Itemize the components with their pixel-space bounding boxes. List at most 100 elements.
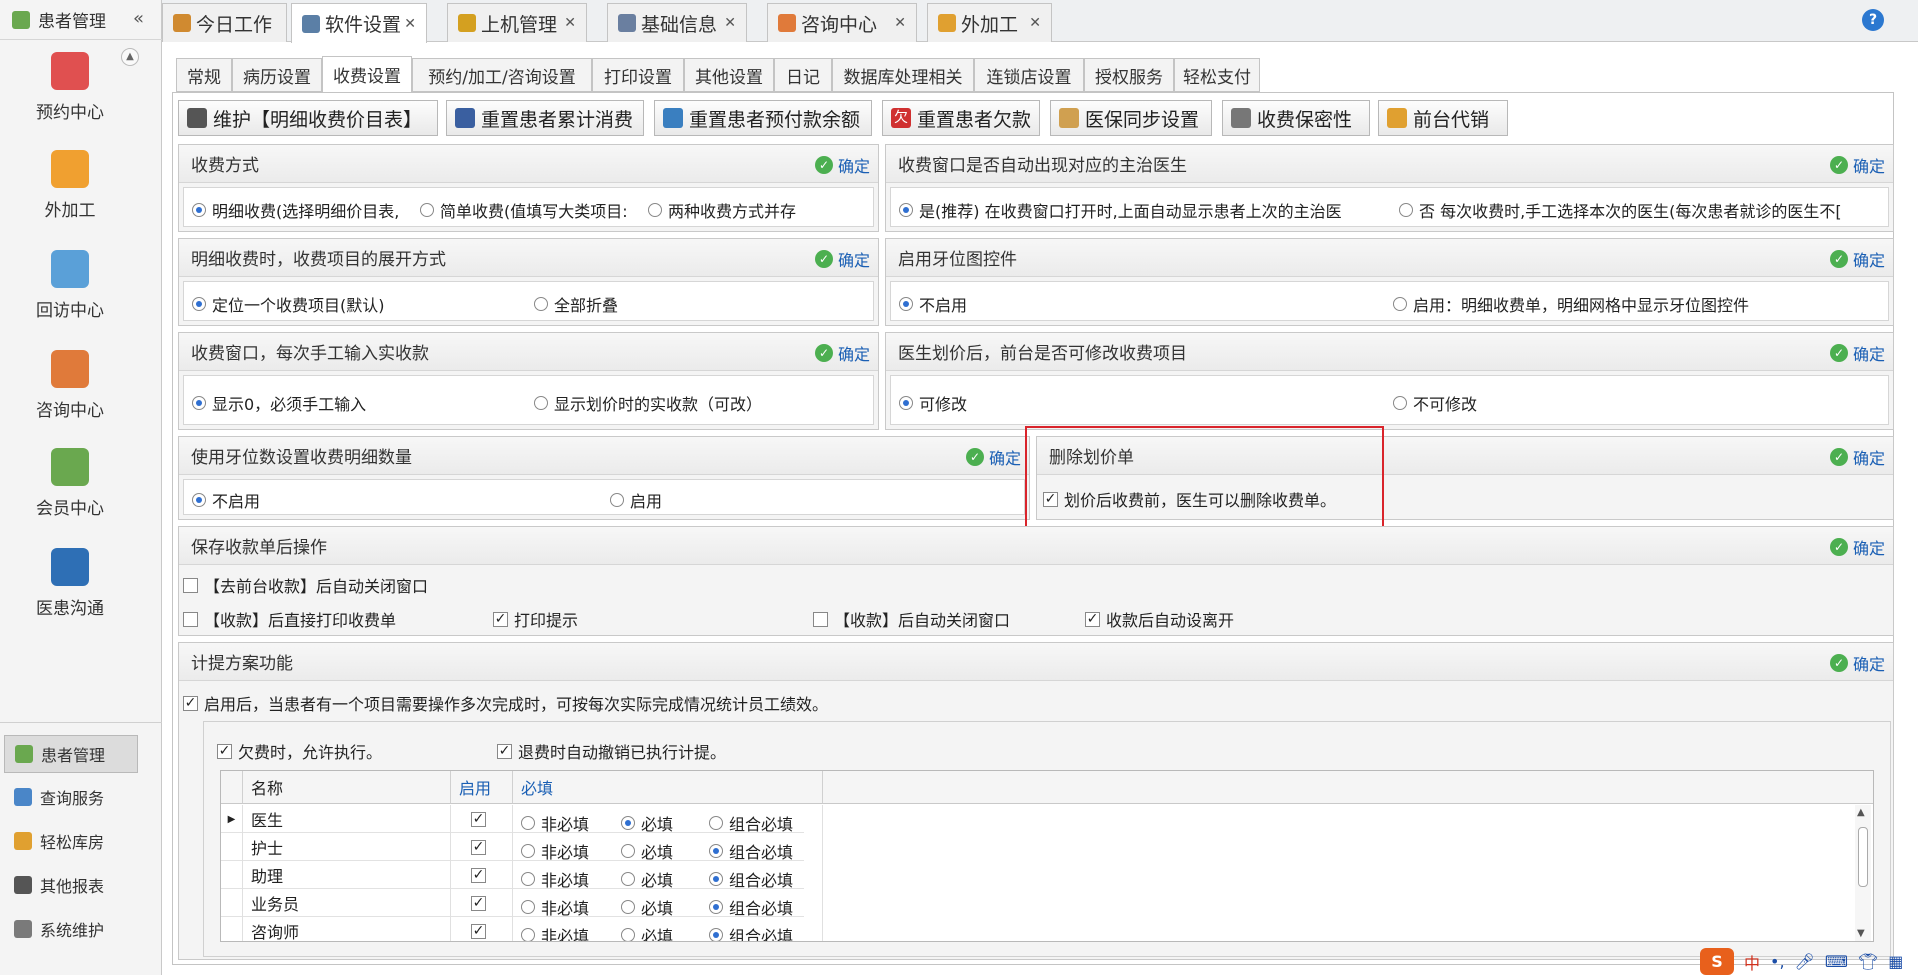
sub-tab-9[interactable]: 授权服务	[1084, 58, 1174, 92]
checkbox-commission-enable[interactable]: ✓ 启用后，当患者有一个项目需要操作多次完成时，可按每次实际完成情况统计员工绩效。	[183, 691, 828, 715]
ime-lang[interactable]: 中	[1744, 950, 1760, 974]
cell-enabled-checkbox[interactable]: ✓	[451, 805, 513, 833]
radio-required-1[interactable]: 必填	[621, 811, 673, 835]
close-icon[interactable]: ✕	[404, 16, 416, 32]
sidebar-item-1[interactable]: 外加工	[0, 150, 140, 221]
confirm-button[interactable]: ✓ 确定	[1829, 535, 1885, 559]
confirm-button[interactable]: ✓ 确定	[814, 153, 870, 177]
sub-tab-4[interactable]: 打印设置	[592, 58, 684, 92]
radio-auto-doctor-no[interactable]: 否 每次收费时,手工选择本次的医生(每次患者就诊的医生不[	[1399, 198, 1842, 222]
radio-required-1[interactable]: 必填	[621, 867, 673, 891]
radio-required-2[interactable]: 组合必填	[709, 895, 793, 919]
radio-tooth-count-enable[interactable]: 启用	[610, 488, 662, 512]
toolbar-button-2[interactable]: 重置患者预付款余额	[654, 100, 872, 136]
confirm-button[interactable]: ✓ 确定	[814, 247, 870, 271]
sidebar-item-0[interactable]: 预约中心	[0, 52, 140, 123]
sidebar-nav-0[interactable]: 患者管理	[4, 735, 138, 773]
sidebar-item-5[interactable]: 医患沟通	[0, 548, 140, 619]
checkbox-arrears-allow[interactable]: ✓ 欠费时，允许执行。	[217, 739, 382, 763]
confirm-button[interactable]: ✓ 确定	[1829, 247, 1885, 271]
sidebar-nav-4[interactable]: 系统维护	[4, 910, 138, 948]
grid-icon[interactable]: ▦	[1888, 952, 1903, 971]
confirm-button[interactable]: ✓ 确定	[1829, 445, 1885, 469]
radio-manual-show-price[interactable]: 显示划价时的实收款（可改）	[534, 391, 762, 415]
radio-tooth-disable[interactable]: 不启用	[899, 292, 967, 316]
cell-name[interactable]: 医生	[243, 805, 451, 833]
checkbox-after-close[interactable]: 【收款】后自动关闭窗口	[813, 607, 1010, 631]
radio-modify-deny[interactable]: 不可修改	[1393, 391, 1477, 415]
radio-required-0[interactable]: 非必填	[521, 839, 589, 863]
confirm-button[interactable]: ✓ 确定	[1829, 341, 1885, 365]
radio-required-2[interactable]: 组合必填	[709, 811, 793, 835]
sogou-logo-icon[interactable]: S	[1700, 948, 1734, 975]
sub-tab-1[interactable]: 病历设置	[232, 58, 322, 92]
top-tab-0[interactable]: 今日工作	[162, 3, 287, 42]
table-row[interactable]: 业务员 ✓ 非必填 必填 组合必填	[221, 889, 823, 919]
radio-required-2[interactable]: 组合必填	[709, 839, 793, 863]
header-name[interactable]: 名称	[243, 771, 451, 804]
checkbox-refund-revoke[interactable]: ✓ 退费时自动撤销已执行计提。	[497, 739, 726, 763]
radio-required-2[interactable]: 组合必填	[709, 867, 793, 891]
radio-pay-detail[interactable]: 明细收费(选择明细价目表,	[192, 198, 399, 222]
top-tab-1[interactable]: 软件设置 ✕	[291, 3, 427, 43]
checkbox-after-print[interactable]: 【收款】后直接打印收费单	[183, 607, 396, 631]
sub-tab-7[interactable]: 数据库处理相关	[832, 58, 974, 92]
radio-auto-doctor-yes[interactable]: 是(推荐) 在收费窗口打开时,上面自动显示患者上次的主治医	[899, 198, 1399, 222]
sidebar-nav-2[interactable]: 轻松库房	[4, 822, 138, 860]
header-enabled[interactable]: 启用	[451, 771, 513, 804]
sidebar-nav-1[interactable]: 查询服务	[4, 778, 138, 816]
cell-enabled-checkbox[interactable]: ✓	[451, 917, 513, 941]
cell-name[interactable]: 业务员	[243, 889, 451, 917]
top-tab-5[interactable]: 外加工 ✕	[927, 3, 1052, 42]
radio-required-2[interactable]: 组合必填	[709, 923, 793, 941]
sub-tab-10[interactable]: 轻松支付	[1174, 58, 1260, 92]
toolbar-button-4[interactable]: 医保同步设置	[1050, 100, 1212, 136]
radio-required-0[interactable]: 非必填	[521, 923, 589, 941]
table-row[interactable]: 助理 ✓ 非必填 必填 组合必填	[221, 861, 823, 891]
table-row[interactable]: 护士 ✓ 非必填 必填 组合必填	[221, 833, 823, 863]
toolbar-button-5[interactable]: 收费保密性	[1222, 100, 1370, 136]
radio-required-1[interactable]: 必填	[621, 923, 673, 941]
cell-name[interactable]: 护士	[243, 833, 451, 861]
top-tab-4[interactable]: 咨询中心 ✕	[767, 3, 917, 42]
microphone-icon[interactable]: 🎤︎	[1795, 952, 1815, 971]
radio-expand-locate[interactable]: 定位一个收费项目(默认)	[192, 292, 385, 316]
radio-required-0[interactable]: 非必填	[521, 867, 589, 891]
sidebar-item-2[interactable]: 回访中心	[0, 250, 140, 321]
close-icon[interactable]: ✕	[894, 15, 906, 31]
close-icon[interactable]: ✕	[1029, 15, 1041, 31]
table-row[interactable]: ▶ 医生 ✓ 非必填 必填 组合必填	[221, 805, 823, 835]
sub-tab-8[interactable]: 连锁店设置	[974, 58, 1084, 92]
sub-tab-3[interactable]: 预约/加工/咨询设置	[412, 58, 592, 92]
skin-icon[interactable]: 👕︎	[1858, 952, 1878, 971]
radio-modify-allow[interactable]: 可修改	[899, 391, 967, 415]
sidebar-item-4[interactable]: 会员中心	[0, 448, 140, 519]
ime-punct[interactable]: •,	[1770, 952, 1785, 971]
close-icon[interactable]: ✕	[724, 15, 736, 31]
toolbar-button-6[interactable]: 前台代销	[1378, 100, 1508, 136]
help-icon[interactable]: ?	[1862, 9, 1884, 31]
checkbox-print-prompt[interactable]: ✓ 打印提示	[493, 607, 578, 631]
sub-tab-2[interactable]: 收费设置	[322, 56, 412, 93]
sub-tab-5[interactable]: 其他设置	[684, 58, 774, 92]
cell-name[interactable]: 咨询师	[243, 917, 451, 941]
radio-required-1[interactable]: 必填	[621, 895, 673, 919]
top-tab-2[interactable]: 上机管理 ✕	[447, 3, 587, 42]
table-scrollbar[interactable]: ▲ ▼	[1855, 805, 1871, 941]
radio-expand-collapse-all[interactable]: 全部折叠	[534, 292, 618, 316]
radio-manual-zero[interactable]: 显示0，必须手工输入	[192, 391, 366, 415]
radio-required-1[interactable]: 必填	[621, 839, 673, 863]
top-tab-3[interactable]: 基础信息 ✕	[607, 3, 747, 42]
table-row[interactable]: 咨询师 ✓ 非必填 必填 组合必填	[221, 917, 823, 941]
radio-required-0[interactable]: 非必填	[521, 811, 589, 835]
toolbar-button-3[interactable]: 欠重置患者欠款	[882, 100, 1040, 136]
radio-required-0[interactable]: 非必填	[521, 895, 589, 919]
sub-tab-0[interactable]: 常规	[176, 58, 232, 92]
toolbar-button-1[interactable]: 重置患者累计消费	[446, 100, 644, 136]
header-required[interactable]: 必填	[513, 771, 823, 804]
checkbox-auto-leave[interactable]: ✓ 收款后自动设离开	[1085, 607, 1234, 631]
confirm-button[interactable]: ✓ 确定	[1829, 153, 1885, 177]
collapse-sidebar-button[interactable]: «	[133, 8, 144, 29]
confirm-button[interactable]: ✓ 确定	[965, 445, 1021, 469]
radio-pay-both[interactable]: 两种收费方式并存	[648, 198, 796, 222]
